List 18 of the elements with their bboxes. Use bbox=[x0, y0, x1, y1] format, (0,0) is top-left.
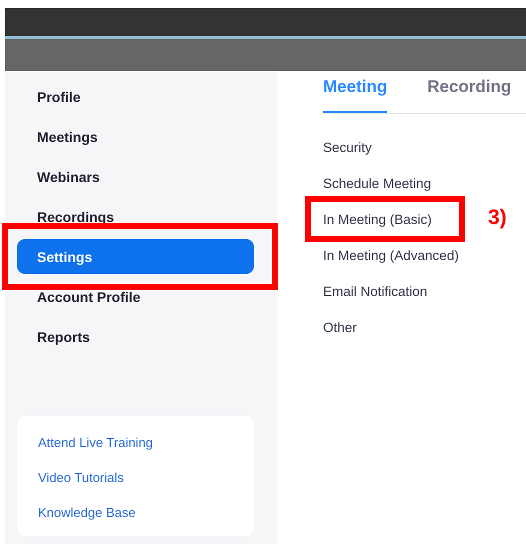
sidebar-item[interactable]: Webinars bbox=[17, 159, 254, 194]
sidebar-item[interactable]: Account Profile bbox=[17, 279, 254, 314]
sidebar-item[interactable]: Settings bbox=[17, 239, 254, 274]
help-link[interactable]: Attend Live Training bbox=[38, 434, 254, 452]
section-link[interactable]: In Meeting (Advanced) bbox=[323, 248, 459, 262]
help-link[interactable]: Knowledge Base bbox=[38, 504, 254, 522]
section-link[interactable]: Other bbox=[323, 320, 357, 334]
sidebar-item[interactable]: Meetings bbox=[17, 119, 254, 154]
section-link[interactable]: Schedule Meeting bbox=[323, 176, 432, 190]
sidebar-item[interactable]: Recordings bbox=[17, 199, 254, 234]
section-link[interactable]: Security bbox=[323, 140, 372, 154]
section-link[interactable]: Email Notification bbox=[323, 284, 428, 298]
help-link[interactable]: Video Tutorials bbox=[38, 469, 254, 487]
sidebar-item[interactable]: Profile bbox=[17, 79, 254, 114]
step-label: 3) bbox=[488, 206, 507, 230]
section-link[interactable]: In Meeting (Basic) bbox=[323, 212, 432, 226]
tab[interactable]: Recording bbox=[427, 71, 512, 113]
sidebar-item[interactable]: Reports bbox=[17, 319, 254, 354]
